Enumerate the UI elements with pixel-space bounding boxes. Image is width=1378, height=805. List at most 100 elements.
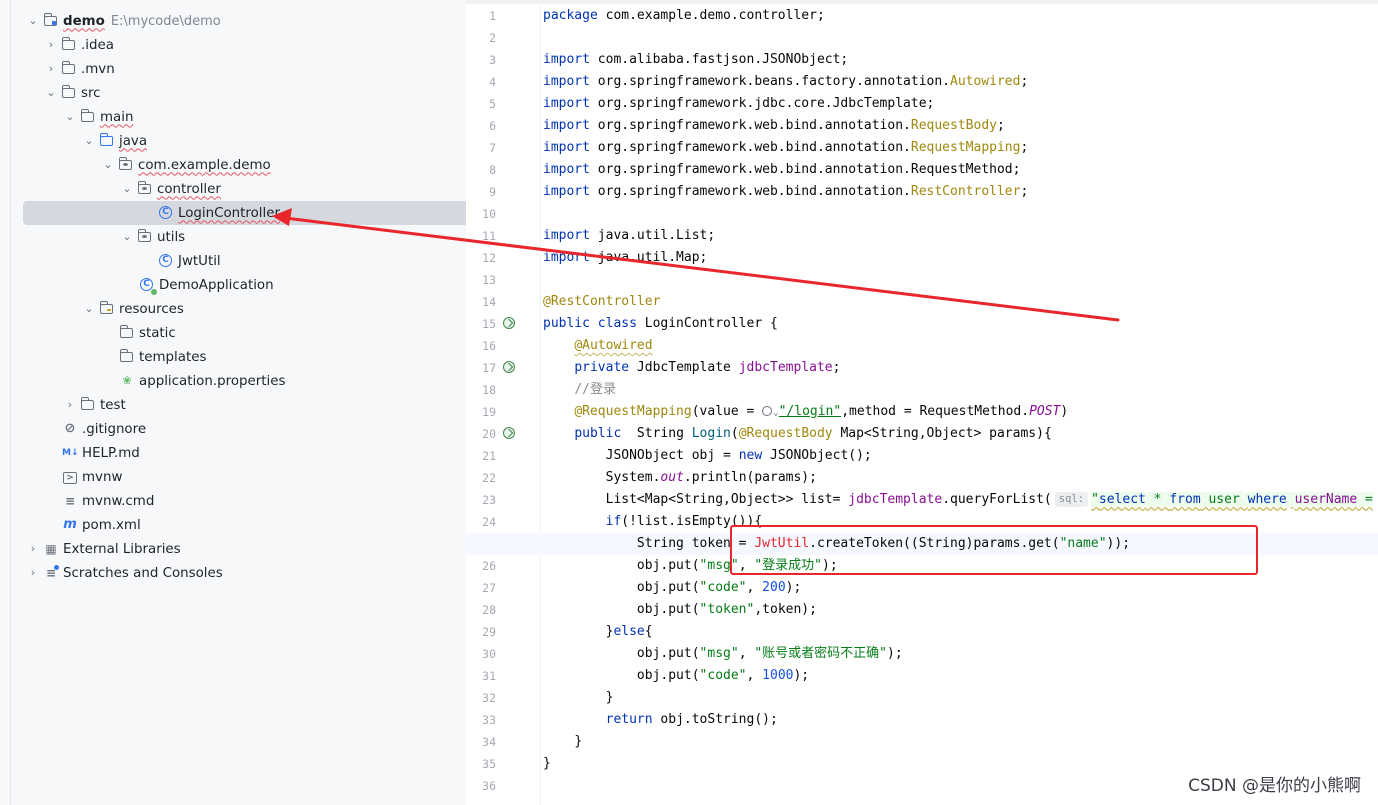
line-number[interactable]: 29 [466, 621, 540, 643]
line-number[interactable]: 34 [466, 731, 540, 753]
line-number[interactable]: 27 [466, 577, 540, 599]
code-line-18[interactable]: //登录 [543, 379, 1378, 401]
line-number[interactable]: 26 [466, 555, 540, 577]
code-line-33[interactable]: return obj.toString(); [543, 709, 1378, 731]
tree-item-templates[interactable]: templates [0, 345, 466, 369]
code-line-22[interactable]: System.out.println(params); [543, 467, 1378, 489]
line-number[interactable]: 5 [466, 93, 540, 115]
code-line-8[interactable]: import org.springframework.web.bind.anno… [543, 159, 1378, 181]
line-number[interactable]: 21 [466, 445, 540, 467]
chevron-right-icon[interactable]: › [43, 37, 59, 53]
chevron-down-icon[interactable]: ⌄ [100, 157, 116, 173]
tree-item-pom-xml[interactable]: m pom.xml [0, 513, 466, 537]
line-number[interactable]: 6 [466, 115, 540, 137]
chevron-right-icon[interactable]: › [25, 541, 41, 557]
spring-autowired-icon[interactable] [503, 361, 515, 373]
line-number[interactable]: 14 [466, 291, 540, 313]
chevron-right-icon[interactable]: › [25, 565, 41, 581]
chevron-down-icon[interactable]: ⌄ [119, 181, 135, 197]
tree-item-logincontroller[interactable]: C LoginController [23, 201, 466, 225]
code-line-32[interactable]: } [543, 687, 1378, 709]
code-line-3[interactable]: import com.alibaba.fastjson.JSONObject; [543, 49, 1378, 71]
tree-item-static[interactable]: static [0, 321, 466, 345]
chevron-right-icon[interactable]: › [43, 61, 59, 77]
line-number[interactable]: 8 [466, 159, 540, 181]
line-number[interactable]: 12 [466, 247, 540, 269]
code-line-23[interactable]: List<Map<String,Object>> list= jdbcTempl… [543, 489, 1378, 511]
line-number[interactable]: 16 [466, 335, 540, 357]
line-number[interactable]: 36 [466, 775, 540, 797]
code-line-34[interactable]: } [543, 731, 1378, 753]
code-line-6[interactable]: import org.springframework.web.bind.anno… [543, 115, 1378, 137]
tree-item-test[interactable]: › test [0, 393, 466, 417]
line-number[interactable]: 22 [466, 467, 540, 489]
tree-item-mvn[interactable]: › .mvn [0, 57, 466, 81]
chevron-down-icon[interactable]: ⌄ [119, 229, 135, 245]
tree-item-help-md[interactable]: M↓ HELP.md [0, 441, 466, 465]
line-number[interactable]: 33 [466, 709, 540, 731]
code-line-24[interactable]: if(!list.isEmpty()){ [543, 511, 1378, 533]
line-number-gutter[interactable]: 1 2 3 4 5 6 7 8 9 10 11 12 13 14 15 16 17 18 19 20 21 22 23 24 2… [466, 5, 540, 797]
code-line-26[interactable]: obj.put("msg", "登录成功"); [543, 555, 1378, 577]
line-number[interactable]: 7 [466, 137, 540, 159]
tree-item-mvnw[interactable]: > mvnw [0, 465, 466, 489]
line-number[interactable]: 23 [466, 489, 540, 511]
code-line-29[interactable]: }else{ [543, 621, 1378, 643]
line-number[interactable]: 15 [466, 313, 540, 335]
code-line-7[interactable]: import org.springframework.web.bind.anno… [543, 137, 1378, 159]
line-number[interactable]: 19 [466, 401, 540, 423]
chevron-right-icon[interactable]: › [62, 397, 78, 413]
line-number[interactable]: 10 [466, 203, 540, 225]
code-line-9[interactable]: import org.springframework.web.bind.anno… [543, 181, 1378, 203]
chevron-down-icon[interactable]: ⌄ [25, 13, 41, 29]
line-number[interactable]: 3 [466, 49, 540, 71]
code-line-19[interactable]: @RequestMapping(value = ⌄"/login",method… [543, 401, 1378, 423]
tree-item-demoapplication[interactable]: C DemoApplication [0, 273, 466, 297]
code-line-20[interactable]: public String Login(@RequestBody Map<Str… [543, 423, 1378, 445]
code-area[interactable]: package com.example.demo.controller; imp… [466, 5, 1378, 797]
tree-item-com-example-demo[interactable]: ⌄ com.example.demo [0, 153, 466, 177]
code-line-12[interactable]: import java.util.Map; [543, 247, 1378, 269]
tree-item-utils[interactable]: ⌄ utils [0, 225, 466, 249]
tree-item-demo[interactable]: ⌄ demo E:\mycode\demo [0, 9, 466, 33]
line-number[interactable]: 9 [466, 181, 540, 203]
chevron-down-icon[interactable]: ⌄ [81, 133, 97, 149]
code-line-31[interactable]: obj.put("code", 1000); [543, 665, 1378, 687]
tree-item-scratches[interactable]: › ≡ Scratches and Consoles [0, 561, 466, 585]
code-line-10[interactable] [543, 203, 1378, 225]
injected-sql[interactable]: "select * from user where userName = [1091, 492, 1373, 507]
spring-endpoint-icon[interactable] [503, 427, 515, 439]
code-line-30[interactable]: obj.put("msg", "账号或者密码不正确"); [543, 643, 1378, 665]
tree-item-idea[interactable]: › .idea [0, 33, 466, 57]
code-line-5[interactable]: import org.springframework.jdbc.core.Jdb… [543, 93, 1378, 115]
line-number[interactable]: 32 [466, 687, 540, 709]
line-number[interactable]: 13 [466, 269, 540, 291]
code-line-11[interactable]: import java.util.List; [543, 225, 1378, 247]
tree-item-controller[interactable]: ⌄ controller [0, 177, 466, 201]
code-line-14[interactable]: @RestController [543, 291, 1378, 313]
code-line-15[interactable]: public class LoginController { [543, 313, 1378, 335]
code-editor[interactable]: 1 2 3 4 5 6 7 8 9 10 11 12 13 14 15 16 17 18 19 20 21 22 23 24 2… [466, 0, 1378, 805]
code-line-17[interactable]: private JdbcTemplate jdbcTemplate; [543, 357, 1378, 379]
tree-item-resources[interactable]: ⌄ resources [0, 297, 466, 321]
line-number[interactable]: 20 [466, 423, 540, 445]
chevron-down-icon[interactable]: ⌄ [62, 109, 78, 125]
line-number[interactable]: 17 [466, 357, 540, 379]
line-number[interactable]: 35 [466, 753, 540, 775]
tree-item-src[interactable]: ⌄ src [0, 81, 466, 105]
code-line-16[interactable]: @Autowired [543, 335, 1378, 357]
line-number[interactable]: 4 [466, 71, 540, 93]
spring-bean-icon[interactable] [503, 317, 515, 329]
tree-item-external-libraries[interactable]: › ▦ External Libraries [0, 537, 466, 561]
code-line-27[interactable]: obj.put("code", 200); [543, 577, 1378, 599]
chevron-down-icon[interactable]: ⌄ [81, 301, 97, 317]
line-number[interactable]: 28 [466, 599, 540, 621]
tree-item-java[interactable]: ⌄ java [0, 129, 466, 153]
url-globe-icon[interactable] [762, 406, 773, 416]
line-number[interactable]: 18 [466, 379, 540, 401]
code-line-2[interactable] [543, 27, 1378, 49]
tree-item-application-properties[interactable]: ❀ application.properties [0, 369, 466, 393]
code-line-25-current[interactable]: String token = JwtUtil.createToken((Stri… [466, 533, 1378, 555]
tree-item-gitignore[interactable]: ⊘ .gitignore [0, 417, 466, 441]
code-line-1[interactable]: package com.example.demo.controller; [543, 5, 1378, 27]
